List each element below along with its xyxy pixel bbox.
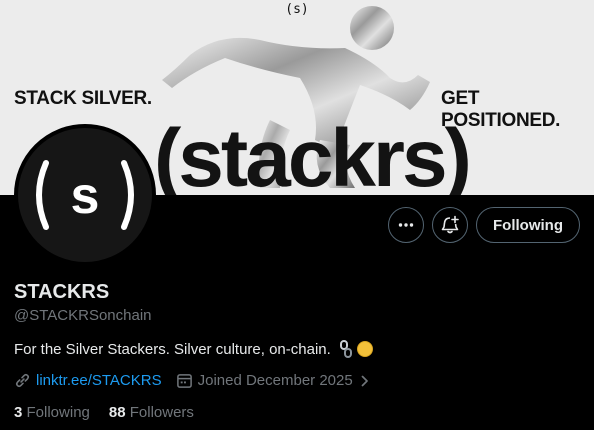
calendar-icon — [176, 374, 192, 388]
following-button[interactable]: Following — [476, 207, 580, 243]
joined-date: Joined December 2025 — [197, 372, 353, 389]
following-count-link[interactable]: 3 Following — [14, 404, 90, 421]
following-label: Following — [26, 404, 90, 421]
following-count: 3 — [14, 404, 23, 421]
stackrs-logo-icon: s — [36, 160, 134, 230]
profile-stats: 3 Following 88 Followers — [14, 404, 194, 421]
bio-emojis — [337, 340, 373, 358]
svg-text:s: s — [71, 167, 100, 225]
bell-plus-icon — [441, 215, 459, 234]
profile-name: STACKRS — [14, 281, 110, 303]
notifications-button[interactable] — [432, 207, 468, 243]
more-button[interactable] — [388, 207, 424, 243]
more-horizontal-icon — [398, 223, 414, 227]
followers-count-link[interactable]: 88 Followers — [109, 404, 194, 421]
profile-bio: For the Silver Stackers. Silver culture,… — [14, 340, 373, 358]
bio-text: For the Silver Stackers. Silver culture,… — [14, 340, 331, 358]
profile-link-item[interactable]: linktr.ee/STACKRS — [14, 372, 162, 389]
followers-label: Followers — [129, 404, 194, 421]
banner-tagline-left: STACK SILVER. — [14, 88, 152, 109]
coin-emoji-icon — [356, 341, 373, 357]
profile-meta: linktr.ee/STACKRS Joined December 2025 — [14, 372, 372, 389]
chain-emoji-icon — [339, 340, 352, 358]
banner-wordmark: (stackrs) — [154, 113, 472, 196]
avatar-logo: s — [18, 128, 152, 262]
link-icon — [15, 373, 30, 388]
profile-handle: @STACKRSonchain — [14, 307, 152, 324]
profile-link[interactable]: linktr.ee/STACKRS — [36, 372, 162, 389]
followers-count: 88 — [108, 404, 126, 421]
avatar[interactable]: s — [14, 124, 156, 266]
chevron-right-icon — [361, 375, 368, 386]
joined-date-item[interactable]: Joined December 2025 — [176, 372, 372, 389]
